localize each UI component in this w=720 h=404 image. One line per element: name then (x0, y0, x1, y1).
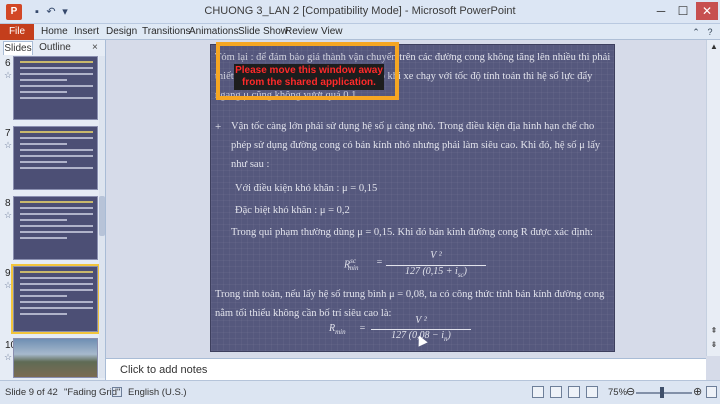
slide-case-difficult: Với điều kiện khó khăn : μ = 0,15 (235, 183, 378, 194)
tab-view[interactable]: View (321, 24, 343, 40)
screen-share-warning-frame: Please move this window away from the sh… (216, 42, 399, 100)
slide-scrollbar[interactable]: ▲ ⇞ ⇟ (706, 40, 720, 356)
animation-star-icon: ☆ (4, 352, 13, 362)
tab-insert[interactable]: Insert (74, 24, 99, 40)
slide-sorter-icon[interactable] (550, 386, 562, 398)
ribbon-tabs: File Home Insert Design Transitions Anim… (0, 24, 720, 40)
slide-number: 6 (5, 58, 11, 69)
scroll-up-icon[interactable]: ▲ (707, 42, 720, 54)
tab-slides[interactable]: Slides (3, 41, 33, 55)
zoom-out-icon[interactable]: ⊖ (626, 385, 635, 398)
screen-share-warning-message: Please move this window away from the sh… (234, 64, 384, 90)
slide-counter: Slide 9 of 42 (5, 387, 58, 398)
zoom-level[interactable]: 75% (608, 387, 627, 398)
formula-2-lhs: Rmin (329, 323, 346, 336)
animation-star-icon: ☆ (4, 70, 13, 80)
formula-1-numerator: V ² (430, 250, 442, 261)
notes-pane[interactable]: Click to add notes (106, 358, 706, 380)
tab-animations[interactable]: Animations (189, 24, 238, 40)
slide-number: 7 (5, 128, 11, 139)
tab-design[interactable]: Design (106, 24, 137, 40)
window-title: CHUONG 3_LAN 2 [Compatibility Mode] - Mi… (204, 5, 516, 17)
slide-show-icon[interactable] (586, 386, 598, 398)
maximize-button[interactable]: ☐ (672, 2, 694, 20)
formula-1-denominator: 127 (0,15 + isc) (404, 266, 468, 279)
animation-star-icon: ☆ (4, 210, 13, 220)
formula-2-equals: = (359, 323, 366, 334)
slide-number: 9 (5, 268, 11, 279)
normal-view-icon[interactable] (532, 386, 544, 398)
next-slide-icon[interactable]: ⇟ (707, 340, 720, 352)
tab-home[interactable]: Home (41, 24, 68, 40)
tab-outline[interactable]: Outline (38, 41, 72, 55)
formula-1-lhs: Rscmin (344, 257, 359, 273)
status-bar: Slide 9 of 42 "Fading Grid" English (U.S… (0, 380, 720, 404)
notes-placeholder[interactable]: Click to add notes (120, 364, 207, 376)
tab-transitions[interactable]: Transitions (142, 24, 191, 40)
slide-case-very-difficult: Đặc biệt khó khăn : μ = 0,2 (235, 205, 350, 216)
minimize-button[interactable]: ─ (650, 2, 672, 20)
slide-number: 8 (5, 198, 11, 209)
slide-paragraph-standard: Trong qui phạm thường dùng μ = 0,15. Khi… (231, 227, 593, 238)
scrollbar-thumb[interactable] (99, 196, 105, 236)
slide-paragraph-speed: Vận tốc càng lớn phải sử dụng hệ số μ cà… (231, 121, 601, 170)
slide-thumbnail-6[interactable] (13, 56, 98, 120)
animation-star-icon: ☆ (4, 280, 13, 290)
close-pane-icon[interactable]: × (92, 42, 98, 53)
slides-scrollbar[interactable] (99, 56, 105, 378)
tab-review[interactable]: Review (285, 24, 318, 40)
tab-file[interactable]: File (0, 24, 34, 40)
slide-thumbnail-9[interactable] (11, 264, 100, 334)
fit-to-window-icon[interactable] (706, 386, 717, 398)
slide-thumbnail-8[interactable] (13, 196, 98, 260)
animation-star-icon: ☆ (4, 140, 13, 150)
reading-view-icon[interactable] (568, 386, 580, 398)
slide-thumbnail-10[interactable] (13, 338, 98, 378)
zoom-in-icon[interactable]: ⊕ (693, 385, 702, 398)
formula-2-numerator: V ² (415, 315, 427, 326)
slide-bullet: + (215, 121, 222, 133)
slides-pane: Slides Outline × 6 ☆ 7 ☆ 8 ☆ 9 ☆ 10 ☆ (0, 40, 106, 380)
close-button[interactable]: ✕ (696, 2, 718, 20)
zoom-slider[interactable] (636, 392, 692, 394)
formula-1-equals: = (376, 257, 383, 268)
zoom-slider-thumb[interactable] (660, 387, 664, 398)
slide-thumbnail-7[interactable] (13, 126, 98, 190)
previous-slide-icon[interactable]: ⇞ (707, 326, 720, 338)
language-indicator[interactable]: English (U.S.) (128, 387, 187, 398)
minimize-ribbon-icon[interactable]: ⌃ (690, 26, 702, 38)
spellcheck-icon[interactable] (112, 387, 122, 397)
tab-slide-show[interactable]: Slide Show (238, 24, 288, 40)
title-bar: P ▪ ↶ ▾ CHUONG 3_LAN 2 [Compatibility Mo… (0, 0, 720, 24)
help-icon[interactable]: ? (704, 26, 716, 38)
